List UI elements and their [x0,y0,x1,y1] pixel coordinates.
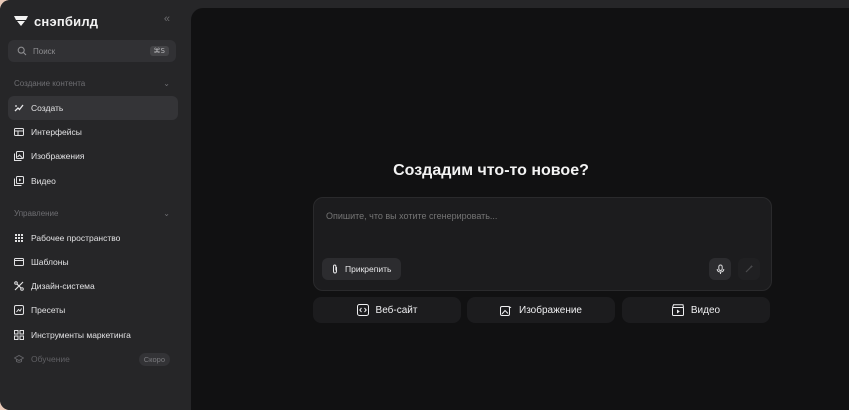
mode-website-button[interactable]: Веб-сайт [313,297,461,323]
presets-icon [14,305,24,315]
sidebar-item-label: Инструменты маркетинга [31,330,131,340]
search-icon [17,46,27,56]
sidebar-item-design-system[interactable]: Дизайн-система [8,274,178,298]
section-management[interactable]: Управление ⌄ [14,209,174,218]
attach-label: Прикрепить [345,264,392,274]
sidebar-item-label: Пресеты [31,305,66,315]
sidebar-item-label: Создать [31,103,64,113]
sidebar-item-label: Дизайн-система [31,281,95,291]
marketing-tools-icon [14,330,24,340]
main-panel: Создадим что-то новое? Прикрепить [191,8,849,410]
page-title: Создадим что-то новое? [393,162,589,179]
code-window-icon [356,304,369,316]
magic-wand-icon [745,265,753,273]
collapse-sidebar-icon[interactable]: « [164,13,170,25]
sidebar-item-label: Видео [31,176,56,186]
sidebar-item-label: Изображения [31,151,85,161]
design-system-icon [14,281,24,291]
grid-dots-icon [15,234,23,242]
section-title: Управление [14,209,59,218]
clapperboard-icon [671,304,684,316]
app-window: снэпбилд « Поиск ⌘S Создание контента ⌄ … [0,0,849,410]
chevron-down-icon: ⌄ [163,209,170,218]
search-shortcut-badge: ⌘S [149,46,169,56]
section-content-creation[interactable]: Создание контента ⌄ [14,79,174,88]
images-icon [14,151,24,161]
search-input[interactable]: Поиск ⌘S [8,40,176,62]
coming-soon-badge: Скоро [138,353,170,366]
mode-label: Видео [690,304,721,316]
sidebar: снэпбилд « Поиск ⌘S Создание контента ⌄ … [0,0,186,410]
section-title: Создание контента [14,79,86,88]
sidebar-item-learning: Обучение Скоро [8,347,178,371]
paperclip-icon [333,264,337,274]
attach-button[interactable]: Прикрепить [322,258,402,280]
video-icon [14,176,24,186]
brand-name: снэпбилд [34,13,99,29]
logo-icon [14,16,28,26]
image-edit-icon [500,304,512,316]
mode-label: Веб-сайт [375,304,418,316]
sidebar-item-label: Рабочее пространство [31,233,121,243]
sidebar-item-workspace[interactable]: Рабочее пространство [8,226,178,250]
search-placeholder: Поиск [33,46,56,56]
sparkle-pen-icon [14,104,24,112]
generate-button[interactable] [738,258,760,280]
sidebar-item-label: Интерфейсы [31,127,82,137]
sidebar-item-presets[interactable]: Пресеты [8,298,178,322]
prompt-composer: Прикрепить [313,197,772,291]
sidebar-item-marketing-tools[interactable]: Инструменты маркетинга [8,323,178,347]
mode-video-button[interactable]: Видео [622,297,770,323]
sidebar-item-interfaces[interactable]: Интерфейсы [8,120,178,144]
microphone-icon [716,264,724,274]
prompt-input[interactable] [326,211,746,221]
voice-input-button[interactable] [709,258,731,280]
mode-image-button[interactable]: Изображение [467,297,615,323]
mode-label: Изображение [519,304,582,316]
sidebar-item-templates[interactable]: Шаблоны [8,250,178,274]
template-icon [14,258,24,266]
window-icon [14,128,24,136]
chevron-down-icon: ⌄ [163,79,170,88]
sidebar-item-label: Шаблоны [31,257,69,267]
sidebar-item-label: Обучение [31,354,70,364]
brand-logo[interactable]: снэпбилд « [14,12,174,30]
sidebar-item-create[interactable]: Создать [8,96,178,120]
graduation-cap-icon [14,354,24,363]
